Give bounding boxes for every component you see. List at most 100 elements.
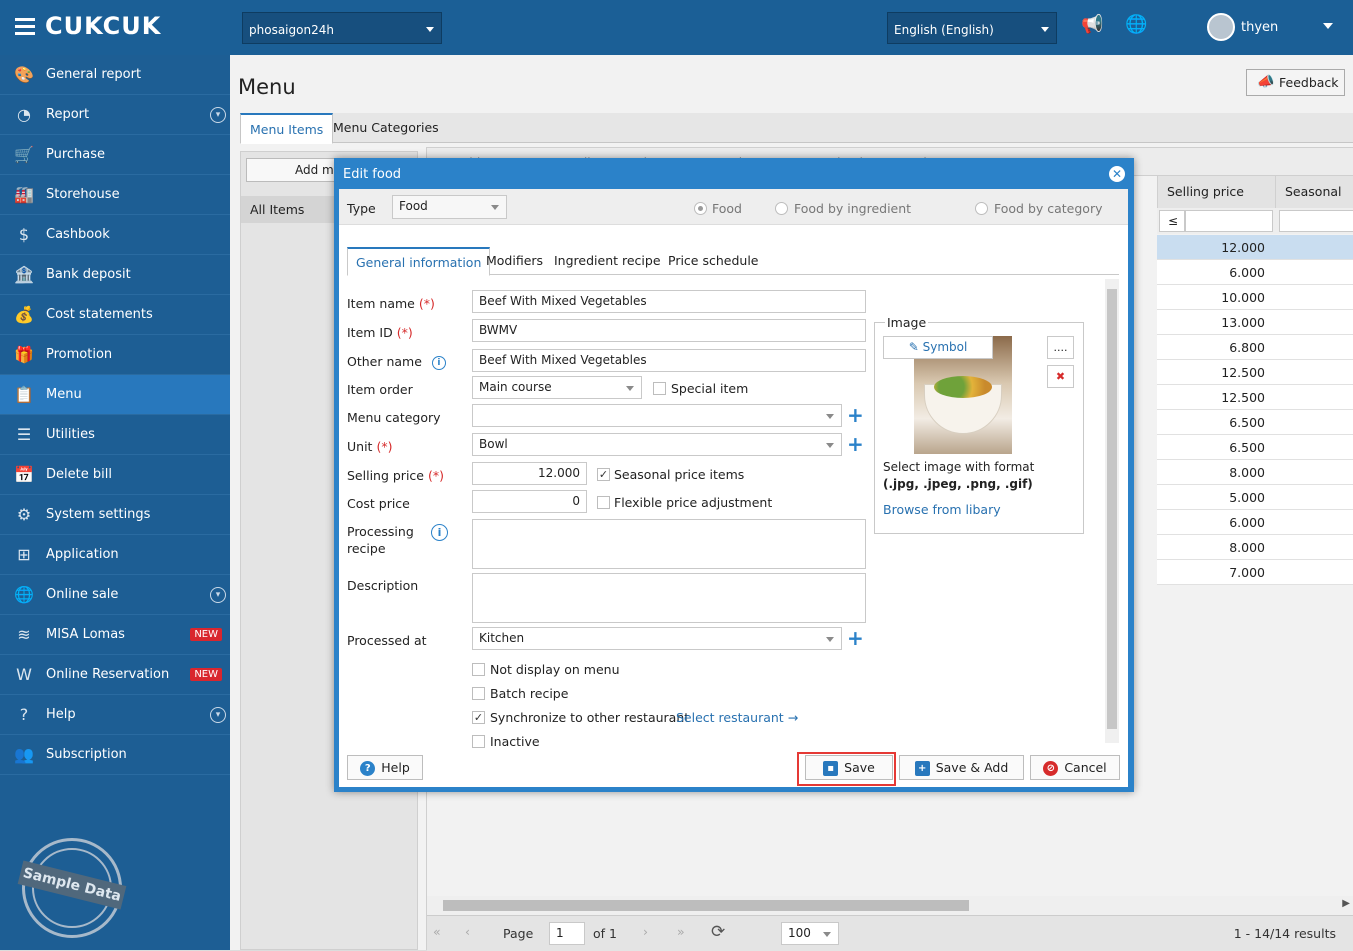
save-add-button[interactable]: + Save & Add bbox=[899, 755, 1024, 780]
table-row-selling-price[interactable]: 5.000 bbox=[1157, 485, 1275, 510]
sidebar-item-storehouse[interactable]: 🏭 Storehouse bbox=[0, 175, 230, 215]
inactive-checkbox[interactable] bbox=[472, 735, 485, 748]
sidebar-item-purchase[interactable]: 🛒 Purchase bbox=[0, 135, 230, 175]
table-row-selling-price[interactable]: 10.000 bbox=[1157, 285, 1275, 310]
tab-menu-categories[interactable]: Menu Categories bbox=[324, 113, 448, 143]
description-field[interactable] bbox=[472, 573, 866, 623]
first-page-icon[interactable]: « bbox=[433, 924, 441, 939]
sidebar-item-cost-statements[interactable]: 💰 Cost statements bbox=[0, 295, 230, 335]
flexible-price-checkbox[interactable] bbox=[597, 496, 610, 509]
table-row-seasonal[interactable] bbox=[1275, 510, 1353, 535]
table-row-selling-price[interactable]: 6.500 bbox=[1157, 410, 1275, 435]
sidebar-item-help[interactable]: ? Help ▾ bbox=[0, 695, 230, 735]
user-name[interactable]: thyen bbox=[1241, 20, 1278, 35]
table-row-selling-price[interactable]: 6.000 bbox=[1157, 260, 1275, 285]
table-row-selling-price[interactable]: 6.500 bbox=[1157, 435, 1275, 460]
sidebar-item-menu[interactable]: 📋 Menu bbox=[0, 375, 230, 415]
table-row-seasonal[interactable] bbox=[1275, 485, 1353, 510]
add-unit-icon[interactable]: + bbox=[847, 434, 864, 454]
item-id-field[interactable]: BWMV bbox=[472, 319, 866, 342]
page-size-select[interactable]: 100 bbox=[781, 922, 839, 945]
info-icon[interactable]: i bbox=[431, 524, 448, 541]
table-row-seasonal[interactable] bbox=[1275, 360, 1353, 385]
table-row-seasonal[interactable] bbox=[1275, 310, 1353, 335]
sidebar-item-cashbook[interactable]: $ Cashbook bbox=[0, 215, 230, 255]
tab-price-schedule[interactable]: Price schedule bbox=[660, 247, 767, 275]
select-restaurant-link[interactable]: Select restaurant → bbox=[676, 710, 798, 725]
chevron-down-icon[interactable]: ▾ bbox=[210, 107, 226, 123]
chevron-down-icon[interactable]: ▾ bbox=[210, 707, 226, 723]
filter-seasonal-input[interactable] bbox=[1279, 210, 1353, 232]
item-order-select[interactable]: Main course bbox=[472, 376, 642, 399]
item-name-field[interactable]: Beef With Mixed Vegetables bbox=[472, 290, 866, 313]
page-input[interactable]: 1 bbox=[549, 922, 585, 945]
last-page-icon[interactable]: » bbox=[677, 924, 685, 939]
table-row-selling-price[interactable]: 12.000 bbox=[1157, 235, 1275, 260]
tab-menu-items[interactable]: Menu Items bbox=[240, 113, 334, 144]
unit-select[interactable]: Bowl bbox=[472, 433, 842, 456]
table-row-seasonal[interactable] bbox=[1275, 285, 1353, 310]
cancel-button[interactable]: ⊘ Cancel bbox=[1030, 755, 1120, 780]
tab-modifiers[interactable]: Modifiers bbox=[478, 247, 551, 275]
table-row-selling-price[interactable]: 8.000 bbox=[1157, 535, 1275, 560]
delete-image-icon[interactable]: ✖ bbox=[1047, 365, 1074, 388]
announcement-icon[interactable]: 📢 bbox=[1081, 14, 1103, 35]
table-row-seasonal[interactable] bbox=[1275, 260, 1353, 285]
sidebar-item-promotion[interactable]: 🎁 Promotion bbox=[0, 335, 230, 375]
table-row-seasonal[interactable] bbox=[1275, 235, 1353, 260]
feedback-button[interactable]: 📣 Feedback bbox=[1246, 69, 1345, 96]
special-item-checkbox[interactable] bbox=[653, 382, 666, 395]
sidebar-item-report[interactable]: ◔ Report ▾ bbox=[0, 95, 230, 135]
browse-library-link[interactable]: Browse from libary bbox=[883, 502, 1001, 517]
table-row-selling-price[interactable]: 13.000 bbox=[1157, 310, 1275, 335]
table-row-seasonal[interactable] bbox=[1275, 460, 1353, 485]
processed-at-select[interactable]: Kitchen bbox=[472, 627, 842, 650]
table-row-seasonal[interactable] bbox=[1275, 435, 1353, 460]
table-row-selling-price[interactable]: 8.000 bbox=[1157, 460, 1275, 485]
horizontal-scrollbar-thumb[interactable] bbox=[443, 900, 969, 911]
table-row-seasonal[interactable] bbox=[1275, 560, 1353, 585]
radio-food-by-ingredient[interactable] bbox=[775, 202, 788, 215]
sidebar-item-subscription[interactable]: 👥 Subscription bbox=[0, 735, 230, 775]
radio-food-by-category[interactable] bbox=[975, 202, 988, 215]
cost-price-field[interactable]: 0 bbox=[472, 490, 587, 513]
sidebar-item-misa-lomas[interactable]: ≋ MISA Lomas NEW bbox=[0, 615, 230, 655]
language-select[interactable]: English (English) bbox=[887, 12, 1057, 44]
table-row-selling-price[interactable]: 6.800 bbox=[1157, 335, 1275, 360]
column-header-selling-price[interactable]: Selling price bbox=[1157, 176, 1275, 208]
sidebar-item-online-reservation[interactable]: W Online Reservation NEW bbox=[0, 655, 230, 695]
table-row-selling-price[interactable]: 7.000 bbox=[1157, 560, 1275, 585]
table-row-seasonal[interactable] bbox=[1275, 385, 1353, 410]
close-icon[interactable]: ✕ bbox=[1109, 166, 1125, 182]
sidebar-item-online-sale[interactable]: 🌐 Online sale ▾ bbox=[0, 575, 230, 615]
sidebar-item-application[interactable]: ⊞ Application bbox=[0, 535, 230, 575]
table-row-seasonal[interactable] bbox=[1275, 335, 1353, 360]
table-row-selling-price[interactable]: 12.500 bbox=[1157, 385, 1275, 410]
next-page-icon[interactable]: › bbox=[643, 924, 648, 939]
table-row-selling-price[interactable]: 12.500 bbox=[1157, 360, 1275, 385]
synchronize-checkbox[interactable]: ✓ bbox=[472, 711, 485, 724]
horizontal-scrollbar[interactable]: ▶ bbox=[427, 896, 1353, 916]
filter-selling-price-input[interactable] bbox=[1185, 210, 1273, 232]
selling-price-field[interactable]: 12.000 bbox=[472, 462, 587, 485]
restaurant-select[interactable]: phosaigon24h bbox=[242, 12, 442, 44]
add-processed-at-icon[interactable]: + bbox=[847, 628, 864, 648]
sidebar-item-bank-deposit[interactable]: 🏦 Bank deposit bbox=[0, 255, 230, 295]
sidebar-item-general-report[interactable]: 🎨 General report bbox=[0, 55, 230, 95]
avatar[interactable] bbox=[1207, 13, 1235, 41]
menu-category-select[interactable] bbox=[472, 404, 842, 427]
table-row-seasonal[interactable] bbox=[1275, 410, 1353, 435]
dialog-scrollbar-thumb[interactable] bbox=[1107, 289, 1117, 729]
chevron-down-icon[interactable]: ▾ bbox=[210, 587, 226, 603]
user-menu-chevron-icon[interactable] bbox=[1323, 23, 1333, 29]
add-menu-category-icon[interactable]: + bbox=[847, 405, 864, 425]
tab-ingredient-recipe[interactable]: Ingredient recipe bbox=[546, 247, 669, 275]
table-row-selling-price[interactable]: 6.000 bbox=[1157, 510, 1275, 535]
menu-toggle-icon[interactable] bbox=[15, 18, 35, 36]
browse-image-button[interactable]: .... bbox=[1047, 336, 1074, 359]
sidebar-item-delete-bill[interactable]: 📅 Delete bill bbox=[0, 455, 230, 495]
prev-page-icon[interactable]: ‹ bbox=[465, 924, 470, 939]
reload-icon[interactable]: ⟳ bbox=[711, 922, 725, 942]
table-row-seasonal[interactable] bbox=[1275, 535, 1353, 560]
type-select[interactable]: Food bbox=[392, 195, 507, 219]
